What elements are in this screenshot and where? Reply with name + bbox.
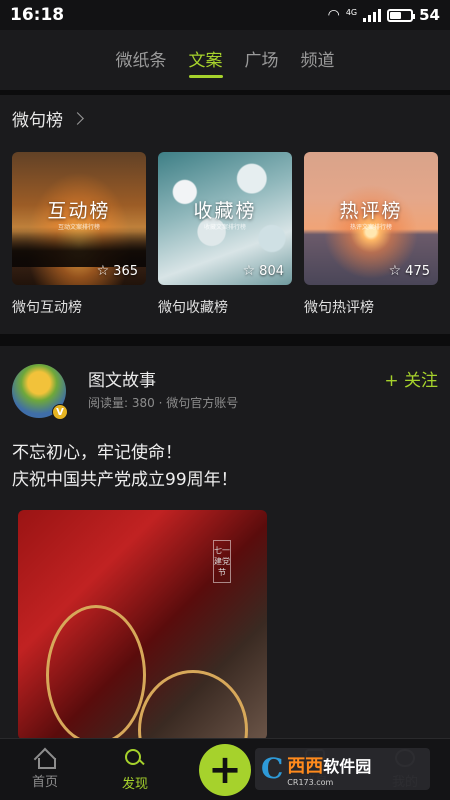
tab-weizhitiao[interactable]: 微纸条 [116,46,167,76]
follow-button[interactable]: + 关注 [384,366,438,391]
nav-home-label: 首页 [31,775,58,790]
card-label: 微句热评榜 [304,300,374,316]
card-art-subtext: 互动文案排行榜 [57,224,100,231]
add-button[interactable]: + [199,744,251,796]
rank-card-favorite[interactable]: 收藏榜 收藏文案排行榜 ☆ 804 微句收藏榜 [158,152,292,317]
nav-discover-label: 发现 [121,777,148,792]
tab-guangchang[interactable]: 广场 [245,46,279,76]
card-count-value: 365 [113,263,138,279]
watermark-text: 西西软件园 CR173.com [287,752,371,787]
post-body-line: 不忘初心，牢记使命！ [12,443,182,463]
section-title: 微句榜 [12,111,63,131]
tab-pindao[interactable]: 频道 [301,46,335,76]
rank-card-interaction[interactable]: 互动榜 互动文案排行榜 ☆ 365 微句互动榜 [12,152,146,317]
card-art-text: 热评榜 [339,200,403,222]
home-icon [34,749,56,769]
search-icon [125,749,145,769]
signal-icon [363,8,382,22]
rank-cards: 互动榜 互动文案排行榜 ☆ 365 微句互动榜 收藏榜 收藏文案排行榜 ☆ 80… [12,152,440,317]
star-icon: ☆ [96,263,110,279]
post-body[interactable]: 不忘初心，牢记使命！ 庆祝中国共产党成立99周年！ [12,440,238,494]
ring-decoration [138,670,248,740]
card-label: 微句互动榜 [12,300,82,316]
top-tabs: 微纸条 文案 广场 频道 [0,30,450,90]
card-art-subtext: 热评文案排行榜 [349,224,392,231]
rank-section-header[interactable]: 微句榜 [12,106,84,131]
watermark-sub: 软件园 [323,756,372,776]
rank-card-hot-comment[interactable]: 热评榜 热评文案排行榜 ☆ 475 微句热评榜 [304,152,438,317]
post-author-name[interactable]: 图文故事 [88,366,156,391]
divider [0,90,450,95]
post-image-vertical-text: 七一建党节 [213,540,231,583]
card-count: ☆ 804 [243,263,284,279]
tab-wenan[interactable]: 文案 [189,46,223,76]
star-icon: ☆ [388,263,402,279]
verified-badge: V [52,404,68,420]
nav-discover[interactable]: 发现 [90,739,180,800]
watermark-logo-icon: C [261,752,284,785]
network-label: 4G [345,8,358,17]
card-label: 微句收藏榜 [158,300,228,316]
post-image[interactable]: 七一建党节 [18,510,267,740]
post-meta: 阅读量: 380 · 微句官方账号 [88,396,239,410]
card-count-value: 804 [259,263,284,279]
ring-decoration [46,605,146,740]
card-count: ☆ 365 [97,263,138,279]
post-body-line: 庆祝中国共产党成立99周年！ [12,470,238,490]
card-art-subtext: 收藏文案排行榜 [203,224,246,231]
card-count-value: 475 [405,263,430,279]
star-icon: ☆ [242,263,256,279]
card-art-text: 收藏榜 [193,200,257,222]
wifi-icon: ◠ [327,7,340,23]
card-count: ☆ 475 [389,263,430,279]
card-image: 收藏榜 收藏文案排行榜 ☆ 804 [158,152,292,285]
card-image: 热评榜 热评文案排行榜 ☆ 475 [304,152,438,285]
chevron-right-icon [71,112,84,125]
card-image: 互动榜 互动文案排行榜 ☆ 365 [12,152,146,285]
watermark-main: 西西 [287,755,324,777]
avatar[interactable]: V [12,364,68,420]
silhouette-decoration [12,227,146,267]
nav-home[interactable]: 首页 [0,739,90,800]
battery-level: 54 [419,6,440,24]
watermark: C 西西软件园 CR173.com [255,748,430,790]
status-bar: 16:18 ◠ 4G 54 [0,0,450,30]
battery-icon [387,8,416,22]
card-art-text: 互动榜 [47,200,111,222]
status-time: 16:18 [10,5,65,25]
watermark-url: CR173.com [287,777,334,787]
status-icons: ◠ 4G 54 [328,6,440,24]
divider [0,334,450,346]
